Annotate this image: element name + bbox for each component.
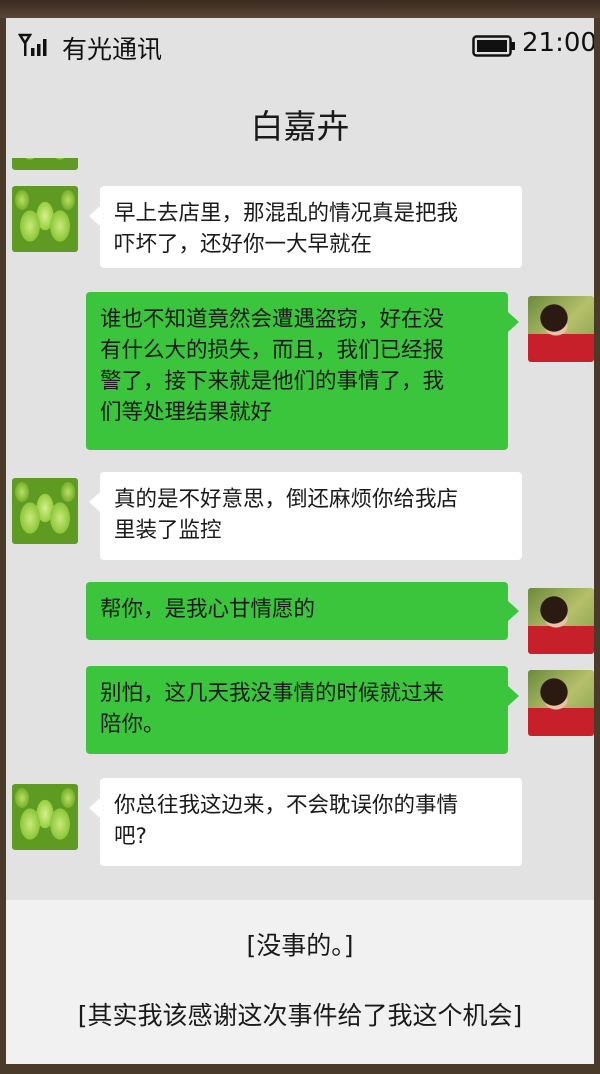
message-line: 警了，接下来就是他们的事情了，我	[100, 369, 445, 394]
message-bubble[interactable]: 早上去店里，那混乱的情况真是把我 吓坏了，还好你一大早就在	[100, 186, 522, 268]
message-incoming: 你总往我这边来，不会耽误你的事情 吧?	[6, 778, 594, 868]
message-bubble[interactable]: 真的是不好意思，倒还麻烦你给我店 里装了监控	[100, 472, 522, 560]
message-outgoing: 谁也不知道竟然会遭遇盗窃，好在没 有什么大的损失，而且，我们已经报 警了，接下来…	[6, 292, 594, 450]
message-line: 有什么大的损失，而且，我们已经报	[100, 338, 445, 363]
message-line: 谁也不知道竟然会遭遇盗窃，好在没	[100, 307, 445, 332]
message-line: 早上去店里，那混乱的情况真是把我	[114, 201, 459, 226]
girl-avatar[interactable]	[528, 670, 594, 736]
chat-title: 白嘉卉	[250, 107, 350, 146]
message-line: 里装了监控	[114, 518, 222, 543]
message-incoming: 早上去店里，那混乱的情况真是把我 吓坏了，还好你一大早就在	[6, 186, 594, 272]
reply-choice-2[interactable]: [其实我该感谢这次事件给了我这个机会]	[6, 996, 594, 1032]
phone-screen: 有光通讯 21:00 白嘉卉 早上去店里，那混乱的情况真是把我 吓坏了，还好你一…	[6, 18, 594, 1064]
bubble-tail	[508, 312, 519, 332]
frame-bottom	[0, 1064, 600, 1074]
message-line: 们等处理结果就好	[100, 400, 273, 425]
message-line: 别怕，这几天我没事情的时候就过来	[100, 681, 445, 706]
girl-avatar[interactable]	[528, 296, 594, 362]
carrier-name: 有光通讯	[62, 35, 163, 64]
status-bar: 有光通讯 21:00	[6, 18, 594, 74]
message-bubble[interactable]: 别怕，这几天我没事情的时候就过来 陪你。	[86, 666, 508, 754]
previous-avatar-peek	[12, 158, 78, 170]
message-line: 陪你。	[100, 712, 165, 737]
girl-avatar[interactable]	[528, 588, 594, 654]
message-bubble[interactable]: 你总往我这边来，不会耽误你的事情 吧?	[100, 778, 522, 866]
succulent-avatar[interactable]	[12, 186, 78, 252]
signal-icon	[18, 33, 47, 56]
battery-icon	[472, 35, 515, 57]
reply-choices: [没事的。] [其实我该感谢这次事件给了我这个机会]	[6, 900, 594, 1064]
message-outgoing: 别怕，这几天我没事情的时候就过来 陪你。	[6, 666, 594, 754]
reply-choice-1[interactable]: [没事的。]	[6, 926, 594, 962]
message-line: 吓坏了，还好你一大早就在	[114, 232, 373, 257]
frame-right	[594, 18, 600, 1064]
clock-time: 21:00	[522, 28, 594, 58]
message-incoming: 真的是不好意思，倒还麻烦你给我店 里装了监控	[6, 472, 594, 560]
message-bubble[interactable]: 谁也不知道竟然会遭遇盗窃，好在没 有什么大的损失，而且，我们已经报 警了，接下来…	[86, 292, 508, 450]
succulent-avatar[interactable]	[12, 784, 78, 850]
bubble-tail	[508, 601, 519, 621]
message-line: 真的是不好意思，倒还麻烦你给我店	[114, 487, 459, 512]
bubble-tail	[89, 492, 100, 512]
succulent-avatar[interactable]	[12, 478, 78, 544]
message-line: 帮你，是我心甘情愿的	[100, 597, 316, 622]
message-outgoing: 帮你，是我心甘情愿的	[6, 582, 594, 654]
message-line: 吧?	[114, 824, 147, 849]
message-line: 你总往我这边来，不会耽误你的事情	[114, 793, 459, 818]
chat-area[interactable]: 早上去店里，那混乱的情况真是把我 吓坏了，还好你一大早就在 谁也不知道竟然会遭遇…	[6, 158, 594, 900]
message-bubble[interactable]: 帮你，是我心甘情愿的	[86, 582, 508, 640]
bubble-tail	[89, 206, 100, 226]
bubble-tail	[89, 798, 100, 818]
frame-top	[0, 0, 600, 18]
bubble-tail	[508, 686, 519, 706]
